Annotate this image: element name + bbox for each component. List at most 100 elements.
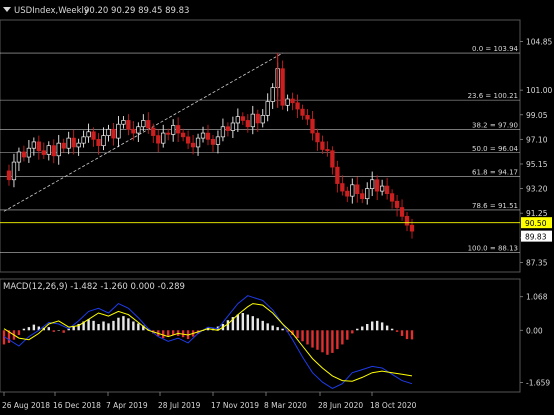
candle-body — [245, 120, 250, 128]
macd-bar — [346, 330, 349, 340]
macd-tick-label: 1.068 — [526, 293, 548, 302]
macd-bar — [241, 313, 245, 331]
candle-body — [96, 139, 101, 147]
candle-body — [101, 135, 106, 147]
candle-body — [365, 188, 370, 200]
macd-bar — [52, 330, 55, 332]
candle-body — [86, 131, 91, 138]
candle-body — [389, 193, 395, 202]
price-tick-label: 87.35 — [526, 258, 548, 267]
macd-bar — [236, 314, 240, 331]
macd-bar — [321, 330, 324, 353]
fib-label: 0.0 = 103.94 — [472, 45, 518, 53]
macd-bar — [256, 318, 259, 331]
macd-bar — [17, 330, 21, 335]
macd-bar — [276, 327, 279, 331]
fib-label: 50.0 = 96.04 — [472, 145, 518, 153]
candle-body — [66, 137, 71, 149]
macd-bar — [266, 323, 269, 331]
time-tick-label: 28 Jul 2019 — [158, 401, 201, 410]
candle-body — [141, 120, 146, 128]
time-tick-label: 28 Jun 2020 — [318, 401, 363, 410]
candle-body — [91, 131, 96, 140]
candle-body — [205, 132, 211, 140]
time-tick-label: 26 Aug 2018 — [2, 401, 50, 410]
candle-body — [116, 123, 121, 139]
macd-tick-label: 0.00 — [526, 326, 543, 335]
candle-body — [404, 216, 410, 226]
candle-body — [171, 125, 176, 135]
candle-body — [409, 224, 415, 232]
candle-body — [240, 116, 245, 121]
macd-bar — [410, 330, 414, 340]
macd-bar — [311, 330, 314, 348]
macd-bar — [97, 324, 100, 331]
macd-bar — [72, 326, 75, 331]
macd-bar — [57, 330, 60, 331]
candle-body — [360, 193, 365, 200]
price-tick-label: 97.10 — [526, 135, 548, 144]
candle-body — [6, 170, 12, 181]
macd-bar — [356, 328, 359, 331]
fib-label: 100.0 = 88.13 — [468, 245, 518, 253]
macd-bar — [122, 316, 125, 331]
candle-body — [379, 185, 385, 192]
chart-title-bar: USDIndex,Weekly 90.20 90.29 89.45 89.83 — [3, 6, 189, 16]
price-tick-label: 91.25 — [526, 209, 548, 218]
time-tick-label: 18 Oct 2020 — [370, 401, 417, 410]
candle-body — [151, 127, 156, 136]
candle-body — [320, 141, 325, 150]
macd-bar — [331, 330, 334, 353]
macd-bar — [385, 325, 389, 331]
symbol-title: USDIndex,Weekly — [14, 6, 89, 16]
candle-body — [220, 126, 226, 138]
candle-body — [41, 150, 46, 155]
candle-body — [106, 128, 111, 136]
candle-body — [230, 122, 236, 131]
macd-bar — [390, 328, 394, 331]
background — [0, 0, 554, 415]
candle-body — [81, 136, 86, 144]
macd-bar — [351, 330, 354, 334]
price-tick-label: 93.20 — [526, 185, 548, 194]
macd-bar — [375, 320, 379, 331]
candle-body — [215, 136, 221, 145]
macd-bar — [336, 330, 339, 350]
candle-body — [185, 136, 191, 144]
candle-body — [290, 98, 295, 104]
candle-body — [399, 207, 405, 217]
time-tick-label: 8 Mar 2020 — [264, 401, 307, 410]
current-price-label: 89.83 — [525, 232, 547, 241]
candle-body — [180, 132, 186, 138]
candle-body — [210, 139, 216, 145]
candle-body — [111, 128, 116, 139]
candle-body — [384, 185, 390, 194]
time-tick-label: 16 Dec 2018 — [53, 401, 101, 410]
ohlc-readout: 90.20 90.29 89.45 89.83 — [84, 6, 189, 16]
macd-bar — [296, 330, 299, 339]
candle-body — [36, 141, 41, 152]
macd-bar — [117, 317, 120, 331]
candle-body — [235, 116, 241, 124]
macd-tick-label: -1.659 — [526, 378, 550, 387]
macd-bar — [405, 330, 409, 340]
candle-body — [190, 142, 196, 148]
macd-bar — [316, 330, 319, 350]
candle-body — [146, 120, 151, 129]
macd-bar — [22, 328, 26, 331]
macd-bar — [251, 316, 254, 331]
candle-body — [71, 137, 76, 148]
macd-bar — [281, 328, 284, 331]
candle-body — [161, 132, 166, 144]
macd-bar — [341, 330, 344, 345]
time-tick-label: 17 Nov 2019 — [211, 401, 259, 410]
candle-body — [340, 183, 345, 192]
candle-body — [175, 125, 181, 134]
chart-stage: USDIndex,Weekly 90.20 90.29 89.45 89.83 … — [0, 0, 554, 415]
candle-body — [156, 135, 161, 144]
fib-label: 38.2 = 97.90 — [472, 121, 518, 129]
macd-bar — [400, 330, 404, 336]
macd-bar — [87, 319, 90, 331]
candle-body — [315, 132, 320, 143]
macd-bar — [132, 321, 135, 331]
